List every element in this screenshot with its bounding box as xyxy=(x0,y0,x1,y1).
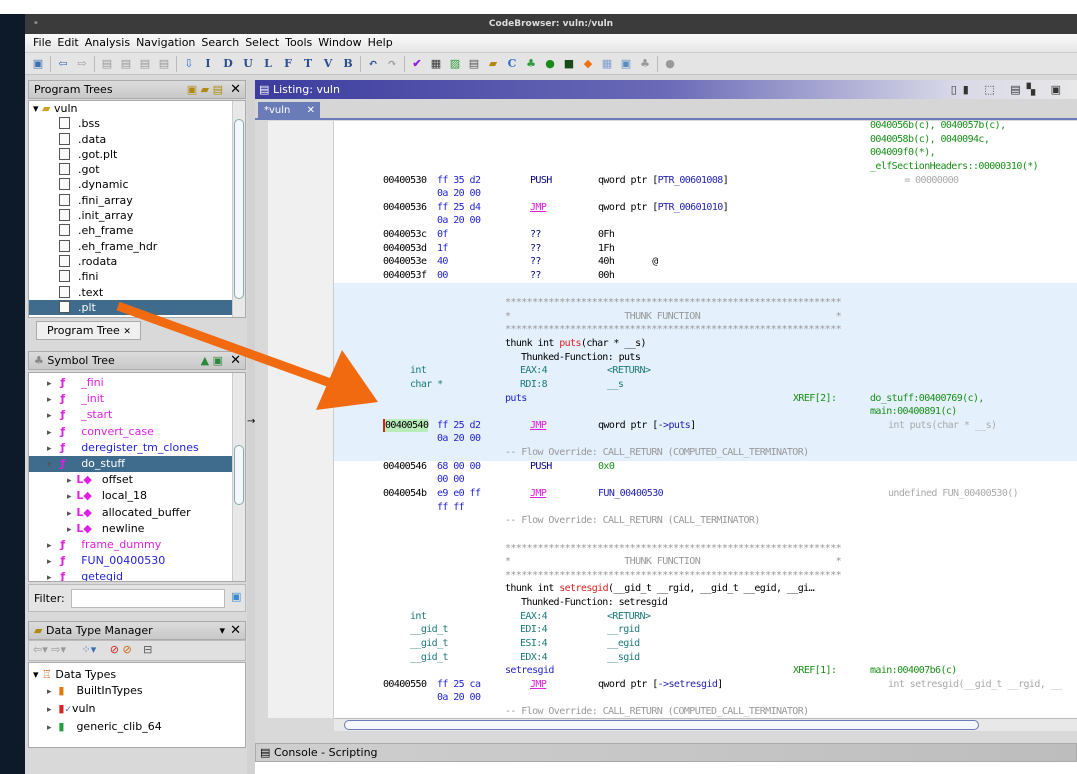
annotation-arrow xyxy=(116,301,378,410)
arrow-shaft xyxy=(116,301,338,390)
